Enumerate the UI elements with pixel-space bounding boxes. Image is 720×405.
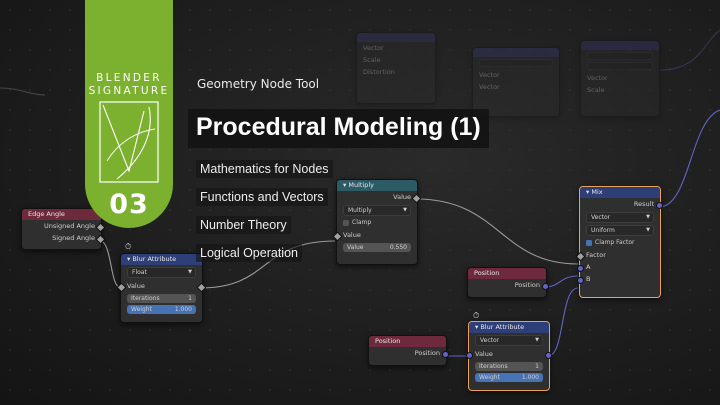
data-type-dropdown[interactable]: Vector ▼: [586, 212, 654, 223]
wire-multiply-to-mix-factor: [415, 198, 579, 265]
weight-field[interactable]: Weight 1.000: [127, 305, 196, 314]
output-label: Value: [393, 193, 411, 201]
page-subtitle: Geometry Node Tool: [197, 77, 320, 91]
iterations-field[interactable]: Iterations 1: [127, 294, 196, 303]
output-label: Result: [633, 200, 654, 208]
output-label: Signed Angle: [52, 234, 95, 242]
output-label: Position: [514, 281, 540, 289]
mix-node[interactable]: ▾ Mix Result Vector ▼ Uniform ▼ Clamp Fact…: [575, 186, 663, 298]
input-label: Value: [343, 231, 361, 239]
chevron-down-icon: ▼: [646, 227, 650, 233]
node-title: Mix: [591, 188, 603, 196]
bg-row: Distortion: [363, 68, 395, 76]
input-label: Factor: [586, 251, 606, 259]
multiply-node[interactable]: ▾ Multiply Value Multiply ▼ Clamp Value V…: [332, 179, 422, 265]
wire-top-right: [659, 29, 720, 71]
position-node-bottom[interactable]: Position Position: [368, 335, 449, 366]
wire-mix-result-out: [658, 109, 720, 208]
output-label: Unsigned Angle: [43, 222, 95, 230]
chevron-down-icon: ▼: [188, 269, 192, 275]
value-field[interactable]: Value 0.550: [343, 243, 411, 252]
field-value: 1: [188, 295, 192, 302]
position-node[interactable]: Position Position: [467, 267, 549, 298]
wire-left-edge: [0, 87, 46, 96]
node-title: Position: [468, 268, 546, 279]
checkbox-label: Clamp: [352, 219, 372, 226]
data-type-dropdown[interactable]: Float ▼: [127, 267, 196, 278]
dropdown-value: Vector: [591, 214, 611, 221]
chevron-down-icon: ▼: [535, 337, 539, 343]
field-label: Iterations: [479, 363, 508, 370]
bg-row: Vector: [479, 83, 500, 91]
episode-number: 03: [109, 189, 149, 220]
output-socket[interactable]: [545, 351, 552, 359]
field-value: 0.550: [389, 244, 407, 251]
field-label: Iterations: [131, 295, 160, 302]
brand-line-1: BLENDER: [96, 72, 162, 84]
checkbox-box[interactable]: [343, 219, 349, 226]
data-type-dropdown[interactable]: Vector ▼: [475, 335, 543, 346]
output-socket[interactable]: [442, 350, 449, 358]
operation-dropdown[interactable]: Multiply ▼: [343, 205, 411, 216]
topic-item: Functions and Vectors: [196, 188, 328, 206]
bg-row: Scale: [587, 86, 605, 94]
stopwatch-icon: ⏱: [473, 311, 480, 320]
input-socket[interactable]: [577, 276, 584, 284]
topic-item: Mathematics for Nodes: [196, 160, 333, 178]
input-label: B: [586, 275, 591, 283]
wire-blur-to-mix-b: [547, 287, 579, 357]
signature-logo-icon: [99, 101, 159, 183]
field-value: 1.000: [174, 306, 192, 313]
blur-attribute-node[interactable]: ▾ Blur Attribute Float ▼ Value Iterations…: [116, 253, 207, 323]
output-socket[interactable]: [542, 282, 549, 290]
dropdown-value: Vector: [480, 337, 500, 344]
blur-attribute-node-vector[interactable]: ▾ Blur Attribute Vector ▼ Value Iteration…: [466, 321, 552, 391]
field-value: 1: [535, 363, 539, 370]
topic-item: Logical Operation: [196, 244, 302, 262]
node-title: Blur Attribute: [480, 323, 525, 331]
background-node: Vector Scale: [580, 40, 660, 117]
chevron-down-icon: ▼: [403, 207, 407, 213]
bg-row: Vector: [587, 74, 608, 82]
checkbox-box[interactable]: [586, 239, 592, 246]
clamp-checkbox[interactable]: Clamp: [343, 218, 411, 227]
checkbox-label: Clamp Factor: [595, 239, 635, 246]
field-label: Value: [347, 244, 364, 251]
input-label: Value: [127, 282, 145, 290]
input-label: Value: [475, 350, 493, 358]
background-node: Vector Vector: [472, 47, 560, 117]
factor-mode-dropdown[interactable]: Uniform ▼: [586, 225, 654, 236]
output-socket[interactable]: [656, 201, 663, 209]
bg-row: Vector: [479, 71, 500, 79]
input-label: A: [586, 263, 591, 271]
weight-field[interactable]: Weight 1.000: [475, 373, 543, 382]
iterations-field[interactable]: Iterations 1: [475, 362, 543, 371]
bg-row: Scale: [363, 56, 381, 64]
node-title: Position: [369, 336, 446, 347]
dropdown-value: Uniform: [591, 227, 615, 234]
background-node: Vector Scale Distortion: [356, 32, 436, 104]
dropdown-value: Multiply: [348, 207, 372, 214]
page-title: Procedural Modeling (1): [188, 109, 489, 148]
clamp-factor-checkbox[interactable]: Clamp Factor: [586, 238, 654, 247]
bg-row: Vector: [363, 44, 384, 52]
node-title: Blur Attribute: [132, 255, 177, 263]
wire-signed-angle-to-blur: [99, 240, 121, 288]
stopwatch-icon: ⏱: [125, 242, 132, 251]
input-socket[interactable]: [466, 351, 473, 359]
topic-item: Number Theory: [196, 216, 291, 234]
brand-line-2: SIGNATURE: [88, 85, 170, 97]
input-socket[interactable]: [577, 264, 584, 272]
series-banner: BLENDER SIGNATURE 03: [85, 0, 173, 228]
chevron-down-icon: ▼: [646, 214, 650, 220]
wire-position-to-mix-a: [544, 275, 579, 288]
field-value: 1.000: [521, 374, 539, 381]
field-label: Weight: [131, 306, 152, 313]
node-title: Multiply: [348, 181, 375, 189]
field-label: Weight: [479, 374, 500, 381]
output-label: Position: [414, 349, 440, 357]
dropdown-value: Float: [132, 269, 147, 276]
